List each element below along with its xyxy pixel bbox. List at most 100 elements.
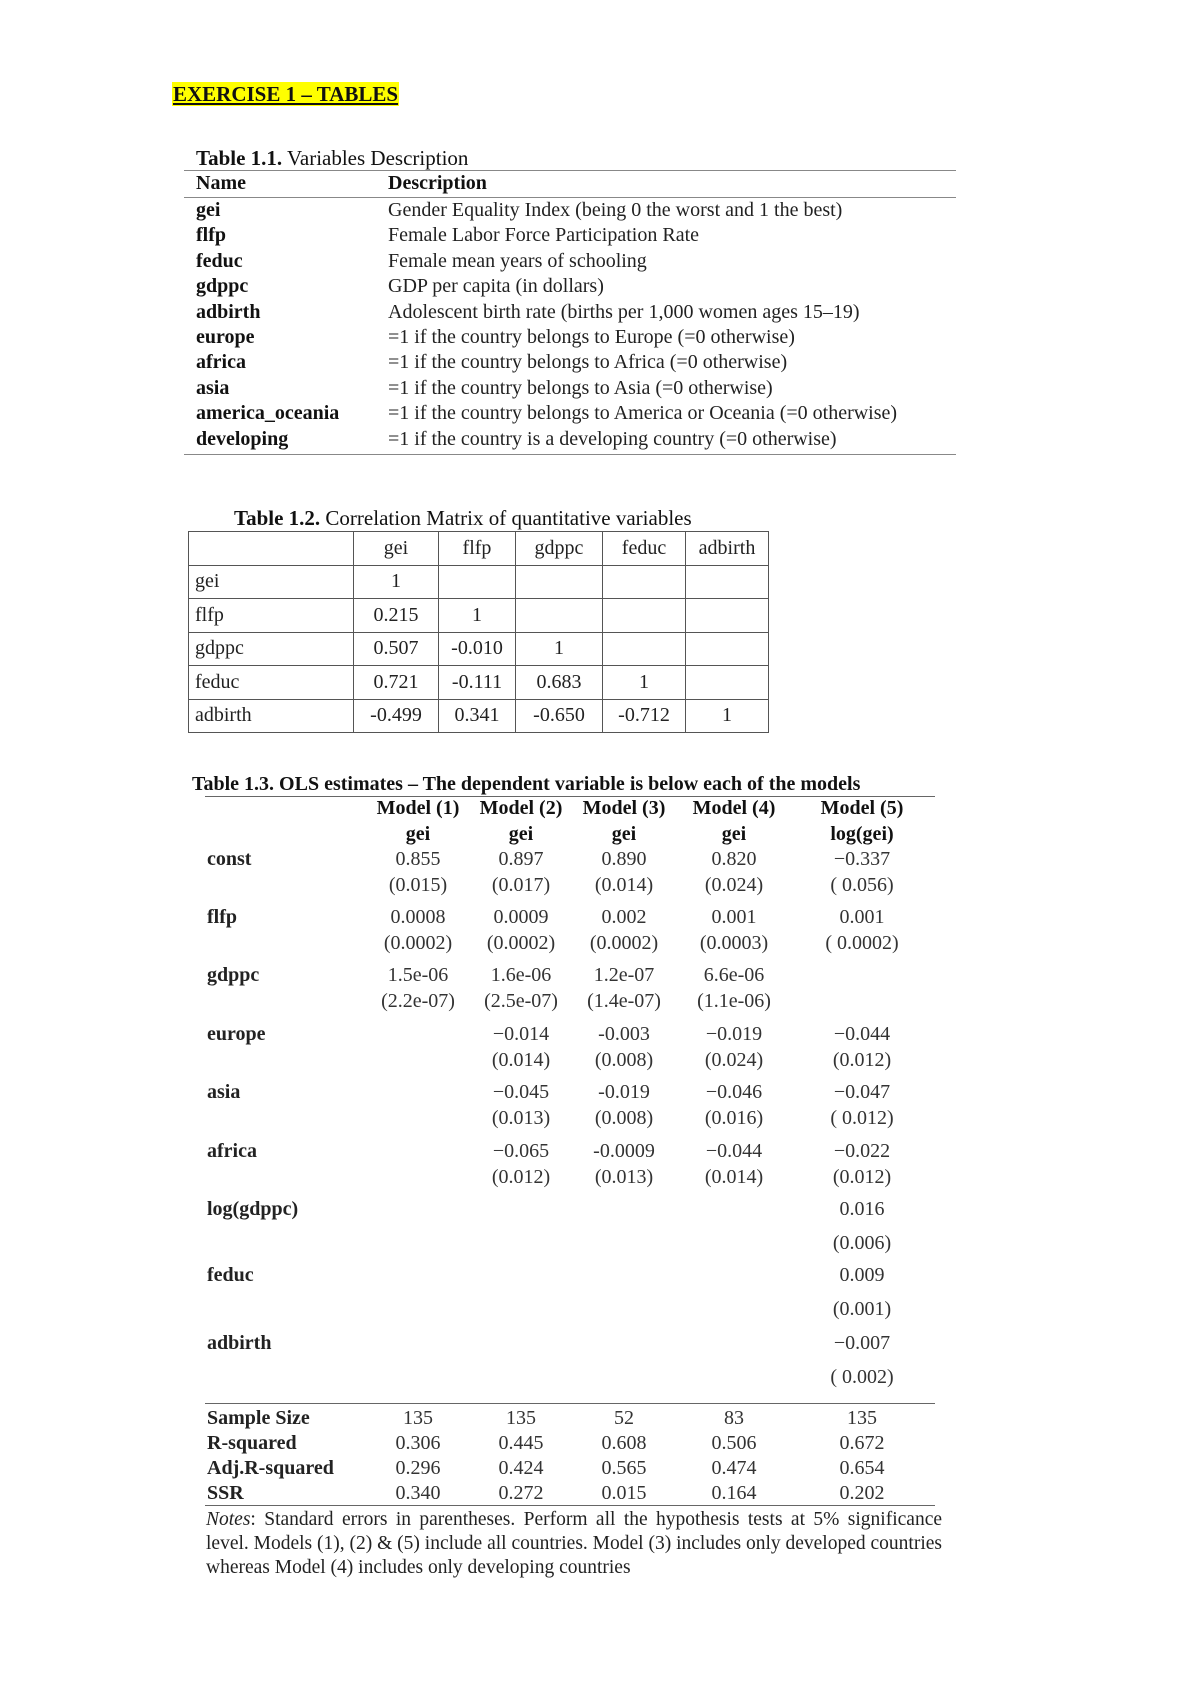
dependent-variable: gei (508, 823, 534, 845)
std-error-cell: (0.008) (594, 1107, 654, 1129)
dependent-variable: log(gei) (830, 823, 894, 845)
coefficient-label: log(gdppc) (207, 1198, 299, 1220)
estimate-cell: 1.6e-06 (490, 964, 552, 986)
stat-label: SSR (207, 1482, 244, 1504)
stat-value: 0.296 (395, 1457, 441, 1479)
std-error-cell: (1.4e-07) (587, 990, 661, 1012)
table-ols-estimates: Model (1) gei Model (2) gei Model (3) gei Mode… (0, 0, 1200, 1698)
estimate-cell: −0.047 (833, 1081, 891, 1103)
std-error-cell: (2.2e-07) (381, 990, 455, 1012)
notes-text: : Standard errors in parentheses. Perfor… (206, 1509, 942, 1578)
coefficient-label: gdppc (207, 964, 260, 986)
estimate-cell: 0.016 (839, 1198, 885, 1220)
estimate-cell: 0.820 (711, 848, 757, 870)
stat-value: 0.474 (711, 1457, 757, 1479)
estimate-cell: −0.065 (492, 1140, 550, 1162)
estimate-cell: 0.009 (839, 1264, 885, 1286)
estimate-cell: -0.019 (598, 1081, 650, 1103)
dependent-variable: gei (405, 823, 431, 845)
estimate-cell: −0.044 (833, 1023, 891, 1045)
std-error-cell: (0.0002) (589, 932, 659, 954)
estimate-cell: −0.022 (833, 1140, 891, 1162)
estimate-cell: 0.0008 (390, 906, 446, 928)
coefficient-label: adbirth (207, 1332, 272, 1354)
estimate-cell: 0.0009 (493, 906, 549, 928)
std-error-cell: (2.5e-07) (484, 990, 558, 1012)
dependent-variable: gei (721, 823, 747, 845)
stat-value: 0.340 (395, 1482, 441, 1504)
estimate-cell: 0.001 (711, 906, 757, 928)
std-error-cell: (0.014) (594, 874, 654, 896)
estimate-cell: 6.6e-06 (703, 964, 765, 986)
stat-label: R-squared (207, 1432, 297, 1454)
std-error-cell: (0.016) (704, 1107, 764, 1129)
stat-value: 0.608 (601, 1432, 647, 1454)
stat-value: 135 (847, 1407, 877, 1429)
table-bottom-rule (205, 1505, 935, 1506)
estimate-cell: −0.014 (492, 1023, 550, 1045)
coefficient-label: europe (207, 1023, 266, 1045)
model-header: Model (5) (820, 797, 904, 819)
stat-value: 0.306 (395, 1432, 441, 1454)
coefficient-label: africa (207, 1140, 257, 1162)
std-error-cell: (0.012) (832, 1049, 892, 1071)
std-error-cell: (0.014) (491, 1049, 551, 1071)
estimate-cell: -0.003 (598, 1023, 650, 1045)
notes-label: Notes (206, 1509, 251, 1530)
stat-value: 0.565 (601, 1457, 647, 1479)
stat-value: 0.015 (601, 1482, 647, 1504)
estimate-cell: 0.897 (498, 848, 544, 870)
estimate-cell: 0.890 (601, 848, 647, 870)
stat-label: Sample Size (207, 1407, 310, 1429)
model-header: Model (2) (479, 797, 563, 819)
estimate-cell: 1.2e-07 (593, 964, 655, 986)
coefficient-label: feduc (207, 1264, 254, 1286)
estimate-cell: −0.019 (705, 1023, 763, 1045)
coefficient-label: const (207, 848, 252, 870)
estimate-cell: -0.0009 (593, 1140, 655, 1162)
std-error-cell: (0.017) (491, 874, 551, 896)
stat-value: 0.202 (839, 1482, 885, 1504)
stat-value: 0.654 (839, 1457, 885, 1479)
std-error-cell: (0.013) (594, 1166, 654, 1188)
stat-value: 0.424 (498, 1457, 544, 1479)
std-error-cell: (0.012) (832, 1166, 892, 1188)
stat-value: 135 (403, 1407, 433, 1429)
std-error-cell: (1.1e-06) (697, 990, 771, 1012)
std-error-cell: ( 0.056) (830, 874, 894, 896)
std-error-cell: (0.024) (704, 1049, 764, 1071)
std-error-cell: (0.015) (388, 874, 448, 896)
estimate-cell: −0.337 (833, 848, 891, 870)
model-header: Model (4) (692, 797, 776, 819)
stat-value: 0.164 (711, 1482, 757, 1504)
estimate-cell: −0.045 (492, 1081, 550, 1103)
std-error-cell: (0.006) (832, 1232, 892, 1254)
std-error-cell: (0.0002) (486, 932, 556, 954)
std-error-cell: (0.001) (832, 1298, 892, 1320)
table-mid-rule (205, 1403, 935, 1404)
coefficient-label: flfp (207, 906, 237, 928)
std-error-cell: (0.0003) (699, 932, 769, 954)
stat-value: 52 (614, 1407, 634, 1429)
std-error-cell: ( 0.0002) (825, 932, 899, 954)
model-header: Model (1) (376, 797, 460, 819)
estimate-cell: 1.5e-06 (387, 964, 449, 986)
estimate-cell: −0.007 (833, 1332, 891, 1354)
model-header: Model (3) (582, 797, 666, 819)
coefficient-label: asia (207, 1081, 241, 1103)
estimate-cell: −0.046 (705, 1081, 763, 1103)
dependent-variable: gei (611, 823, 637, 845)
estimate-cell: 0.855 (395, 848, 441, 870)
std-error-cell: (0.014) (704, 1166, 764, 1188)
std-error-cell: (0.0002) (383, 932, 453, 954)
std-error-cell: (0.013) (491, 1107, 551, 1129)
std-error-cell: ( 0.002) (830, 1366, 894, 1388)
estimate-cell: 0.002 (601, 906, 647, 928)
stat-value: 0.672 (839, 1432, 885, 1454)
stat-value: 0.506 (711, 1432, 757, 1454)
stat-value: 83 (724, 1407, 744, 1429)
std-error-cell: ( 0.012) (830, 1107, 894, 1129)
std-error-cell: (0.024) (704, 874, 764, 896)
std-error-cell: (0.012) (491, 1166, 551, 1188)
stat-value: 0.445 (498, 1432, 544, 1454)
